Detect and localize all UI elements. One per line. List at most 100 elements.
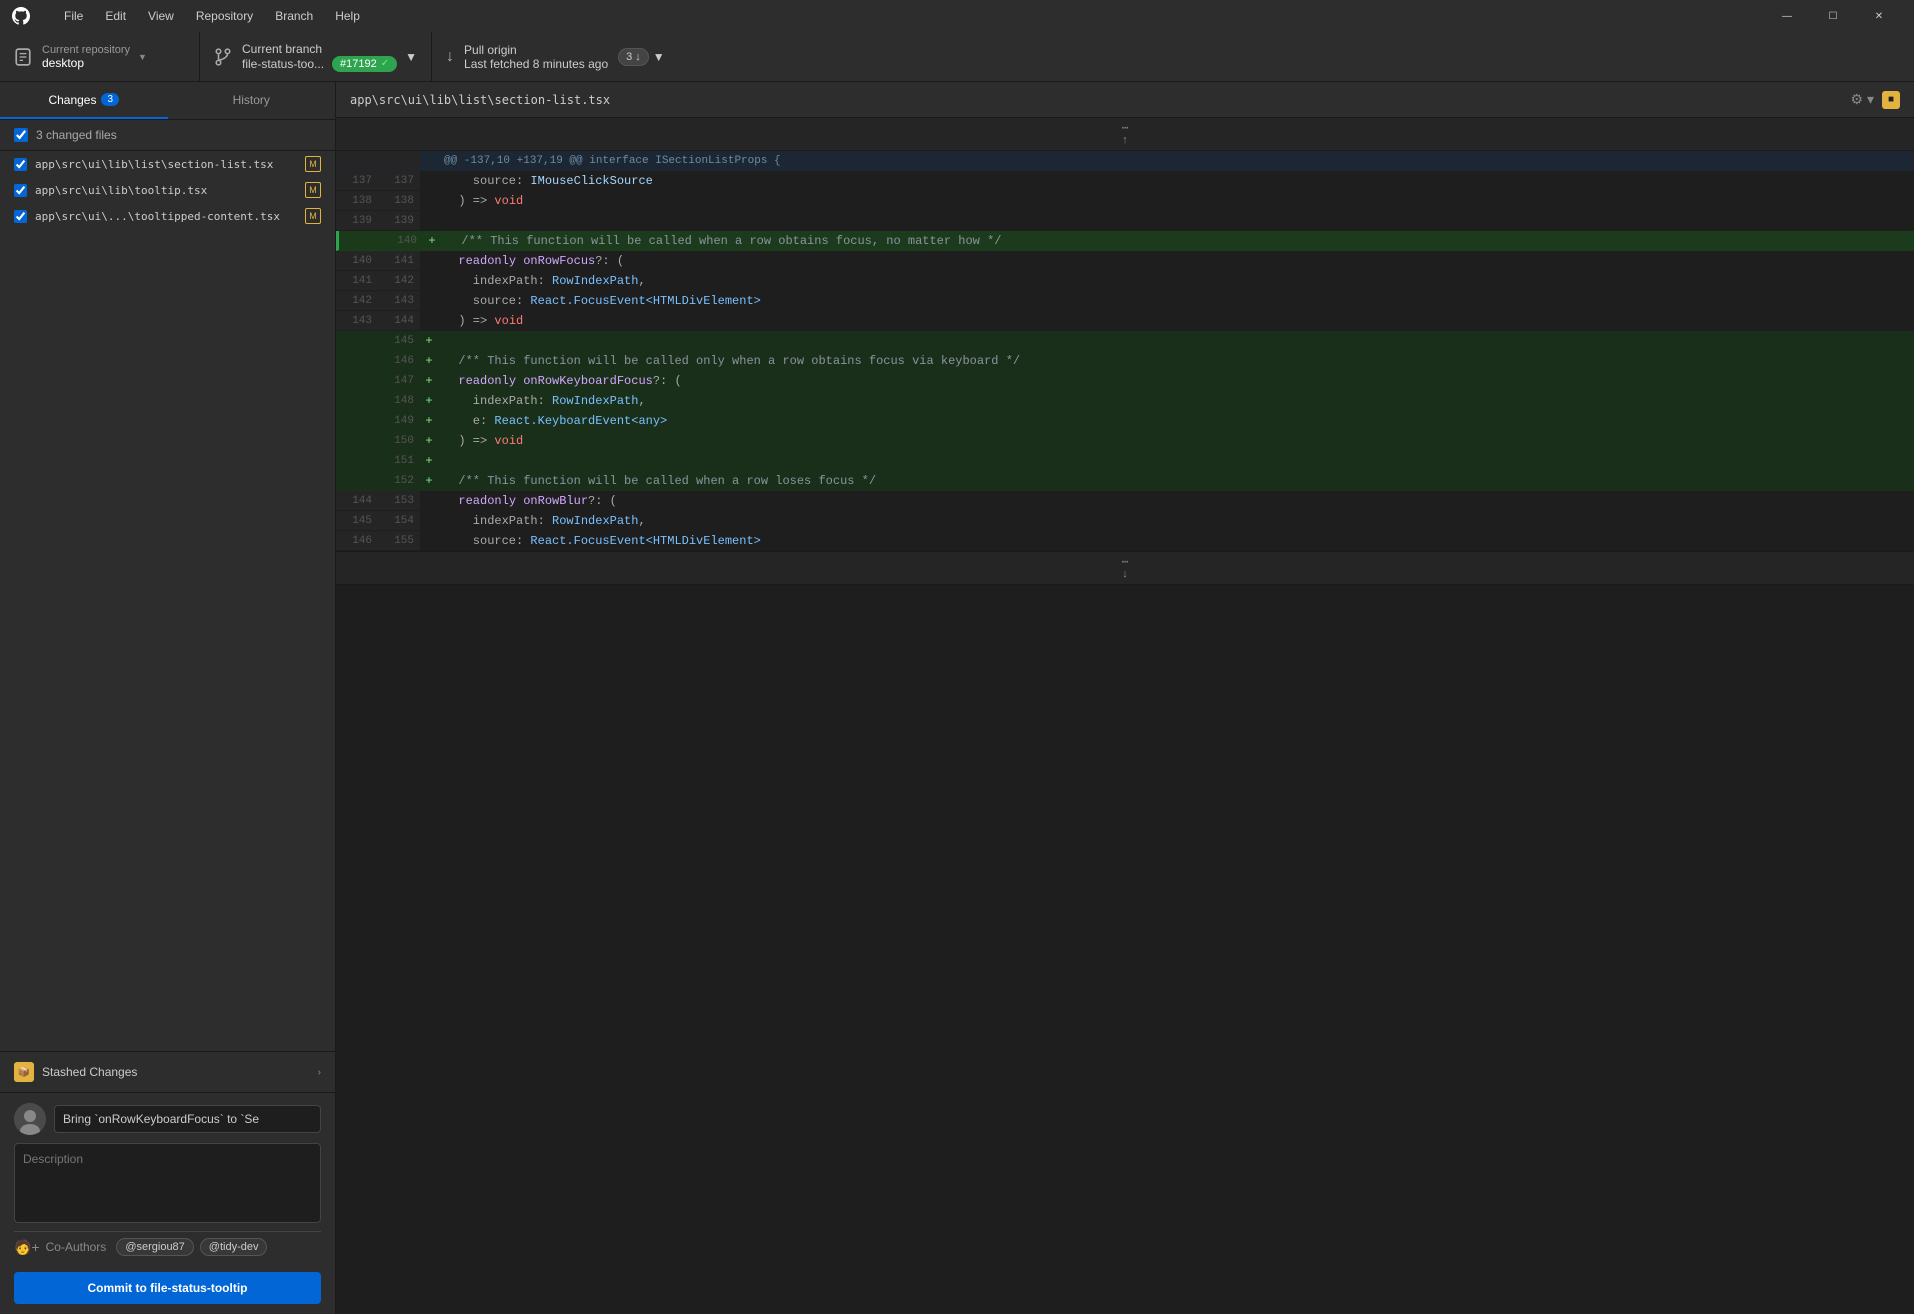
file-checkbox-0[interactable]: [14, 158, 27, 171]
changed-files-header: 3 changed files: [0, 120, 335, 151]
diff-line-row-highlighted: 140 + /** This function will be called w…: [336, 231, 1914, 251]
file-status-0: M: [305, 156, 321, 172]
diff-line-row: 143 144 ) => void: [336, 311, 1914, 331]
tab-changes[interactable]: Changes 3: [0, 82, 168, 119]
diff-header-actions: ⚙ ▾ ■: [1847, 87, 1900, 112]
tab-history[interactable]: History: [168, 82, 336, 119]
expand-down-button[interactable]: ⋯ ↓: [336, 551, 1914, 585]
menu-repository[interactable]: Repository: [186, 5, 263, 27]
diff-line-row-added: 146 + /** This function will be called o…: [336, 351, 1914, 371]
menu-file[interactable]: File: [54, 5, 93, 27]
close-button[interactable]: ✕: [1856, 0, 1902, 32]
co-authors-row: 🧑+ Co-Authors @sergiou87 @tidy-dev: [14, 1231, 321, 1262]
stash-chevron-icon: ›: [318, 1067, 321, 1078]
co-author-tag-1[interactable]: @sergiou87: [116, 1238, 193, 1256]
diff-line-row: 144 153 readonly onRowBlur?: (: [336, 491, 1914, 511]
diff-file-path: app\src\ui\lib\list\section-list.tsx: [350, 93, 1847, 107]
current-repo-section[interactable]: Current repository desktop ▼: [0, 32, 200, 81]
repo-icon: [14, 48, 32, 66]
stash-title: Stashed Changes: [42, 1065, 137, 1079]
commit-description-box[interactable]: [14, 1143, 321, 1223]
diff-line-row-added: 149 + e: React.KeyboardEvent<any>: [336, 411, 1914, 431]
expand-up-button[interactable]: ⋯ ↑: [336, 118, 1914, 151]
diff-line-row: 145 154 indexPath: RowIndexPath,: [336, 511, 1914, 531]
diff-line-row: 146 155 source: React.FocusEvent<HTMLDiv…: [336, 531, 1914, 551]
window-controls: — ☐ ✕: [1764, 0, 1902, 32]
diff-line-row-added: 152 + /** This function will be called w…: [336, 471, 1914, 491]
commit-author-row: [14, 1103, 321, 1135]
co-author-add-icon[interactable]: 🧑+: [14, 1239, 40, 1256]
menu-edit[interactable]: Edit: [95, 5, 136, 27]
file-list: app\src\ui\lib\list\section-list.tsx M a…: [0, 151, 335, 1051]
hunk-header-text: @@ -137,10 +137,19 @@ interface ISection…: [438, 151, 1914, 170]
pr-badge: #17192 ✓: [332, 56, 397, 72]
file-checkbox-2[interactable]: [14, 210, 27, 223]
repo-label: Current repository: [42, 44, 130, 56]
branch-chevron-icon: ▼: [405, 50, 417, 64]
diff-line-row-added: 145 +: [336, 331, 1914, 351]
maximize-button[interactable]: ☐: [1810, 0, 1856, 32]
toolbar: Current repository desktop ▼ Current bra…: [0, 32, 1914, 82]
file-name-0: app\src\ui\lib\list\section-list.tsx: [35, 158, 297, 171]
diff-line-row: 138 138 ) => void: [336, 191, 1914, 211]
diff-line-row-added: 148 + indexPath: RowIndexPath,: [336, 391, 1914, 411]
commit-area: 🧑+ Co-Authors @sergiou87 @tidy-dev Commi…: [0, 1092, 335, 1314]
app-logo-icon: [12, 7, 30, 25]
diff-line-row: 139 139: [336, 211, 1914, 231]
pull-origin-section[interactable]: ↓ Pull origin Last fetched 8 minutes ago…: [432, 32, 1914, 81]
branch-icon: [214, 48, 232, 66]
pull-sub: Last fetched 8 minutes ago: [464, 57, 608, 71]
repo-name: desktop: [42, 56, 130, 70]
changes-count-badge: 3: [101, 93, 119, 106]
pull-count-badge: 3 ↓: [618, 48, 649, 66]
commit-description-input[interactable]: [23, 1152, 312, 1214]
pull-chevron-icon: ▼: [653, 50, 665, 64]
diff-line-row: 137 137 source: IMouseClickSource: [336, 171, 1914, 191]
commit-button[interactable]: Commit to file-status-tooltip: [14, 1272, 321, 1304]
file-name-1: app\src\ui\lib\tooltip.tsx: [35, 184, 297, 197]
current-branch-section[interactable]: Current branch file-status-too... #17192…: [200, 32, 432, 81]
co-author-tag-2[interactable]: @tidy-dev: [200, 1238, 268, 1256]
file-item-1[interactable]: app\src\ui\lib\tooltip.tsx M: [0, 177, 335, 203]
pull-label: Pull origin: [464, 43, 608, 57]
diff-line-row: 141 142 indexPath: RowIndexPath,: [336, 271, 1914, 291]
main-area: Changes 3 History 3 changed files app\sr…: [0, 82, 1914, 1314]
menu-branch[interactable]: Branch: [265, 5, 323, 27]
pull-icon: ↓: [446, 48, 454, 66]
diff-header: app\src\ui\lib\list\section-list.tsx ⚙ ▾…: [336, 82, 1914, 118]
select-all-checkbox[interactable]: [14, 128, 28, 142]
repo-chevron-icon: ▼: [138, 52, 147, 62]
file-item-2[interactable]: app\src\ui\...\tooltipped-content.tsx M: [0, 203, 335, 229]
minimize-button[interactable]: —: [1764, 0, 1810, 32]
diff-area: app\src\ui\lib\list\section-list.tsx ⚙ ▾…: [336, 82, 1914, 1314]
diff-line-row-added: 150 + ) => void: [336, 431, 1914, 451]
file-status-1: M: [305, 182, 321, 198]
diff-line-row: 140 141 readonly onRowFocus?: (: [336, 251, 1914, 271]
sidebar-tabs: Changes 3 History: [0, 82, 335, 120]
hunk-header: @@ -137,10 +137,19 @@ interface ISection…: [336, 151, 1914, 171]
titlebar: File Edit View Repository Branch Help — …: [0, 0, 1914, 32]
diff-line-row: 142 143 source: React.FocusEvent<HTMLDiv…: [336, 291, 1914, 311]
branch-name: file-status-too...: [242, 57, 324, 71]
diff-settings-button[interactable]: ⚙ ▾: [1847, 87, 1878, 112]
stash-section[interactable]: 📦 Stashed Changes ›: [0, 1051, 335, 1092]
commit-summary-box[interactable]: [54, 1105, 321, 1133]
stash-icon: 📦: [14, 1062, 34, 1082]
changed-files-count: 3 changed files: [36, 128, 117, 142]
commit-summary-input[interactable]: [63, 1112, 312, 1126]
menu-help[interactable]: Help: [325, 5, 370, 27]
menu-view[interactable]: View: [138, 5, 184, 27]
diff-content: ⋯ ↑ @@ -137,10 +137,19 @@ interface ISec…: [336, 118, 1914, 1314]
file-item-0[interactable]: app\src\ui\lib\list\section-list.tsx M: [0, 151, 335, 177]
file-name-2: app\src\ui\...\tooltipped-content.tsx: [35, 210, 297, 223]
menu-bar: File Edit View Repository Branch Help: [54, 5, 370, 27]
file-checkbox-1[interactable]: [14, 184, 27, 197]
sidebar: Changes 3 History 3 changed files app\sr…: [0, 82, 336, 1314]
branch-label: Current branch: [242, 42, 397, 56]
co-authors-label: Co-Authors: [46, 1240, 107, 1254]
diff-line-row-added: 151 +: [336, 451, 1914, 471]
diff-line-row-added: 147 + readonly onRowKeyboardFocus?: (: [336, 371, 1914, 391]
file-status-2: M: [305, 208, 321, 224]
highlight-button[interactable]: ■: [1882, 91, 1900, 109]
avatar: [14, 1103, 46, 1135]
